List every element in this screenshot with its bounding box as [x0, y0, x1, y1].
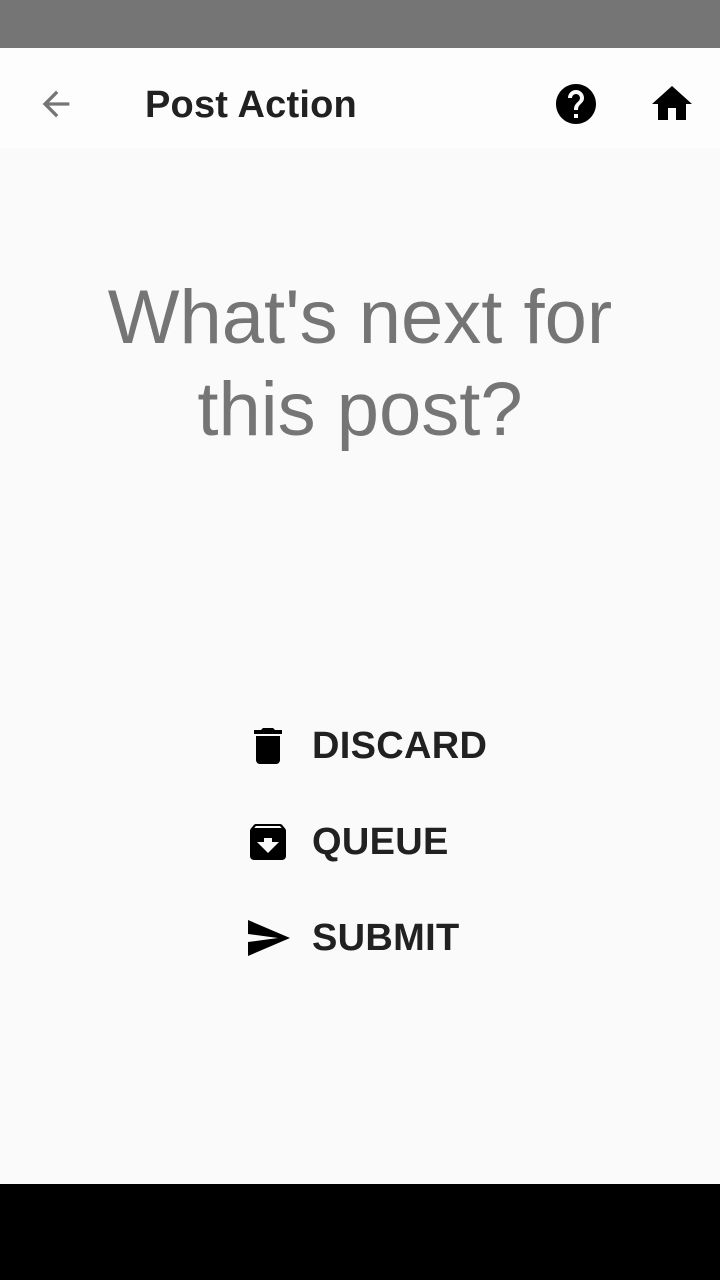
help-circle-icon: [556, 84, 596, 124]
navigation-bar: [0, 1184, 720, 1280]
queue-button[interactable]: QUEUE: [240, 810, 540, 874]
send-icon: [240, 910, 296, 966]
discard-label: DISCARD: [312, 724, 488, 767]
archive-icon: [240, 814, 296, 870]
submit-label: SUBMIT: [312, 916, 460, 959]
queue-label: QUEUE: [312, 820, 449, 863]
status-bar: [0, 0, 720, 48]
arrow-back-icon: [42, 90, 70, 118]
submit-button[interactable]: SUBMIT: [240, 906, 540, 970]
action-list: DISCARD QUEUE SUBMIT: [240, 714, 540, 1002]
discard-button[interactable]: DISCARD: [240, 714, 540, 778]
trash-icon: [240, 718, 296, 774]
home-button[interactable]: [642, 74, 702, 134]
back-button[interactable]: [26, 78, 86, 130]
headline: What's next for this post?: [107, 275, 613, 452]
app-bar: Post Action: [0, 48, 720, 160]
page-title: Post Action: [145, 84, 357, 126]
home-icon: [652, 86, 692, 120]
help-button[interactable]: [546, 74, 606, 134]
